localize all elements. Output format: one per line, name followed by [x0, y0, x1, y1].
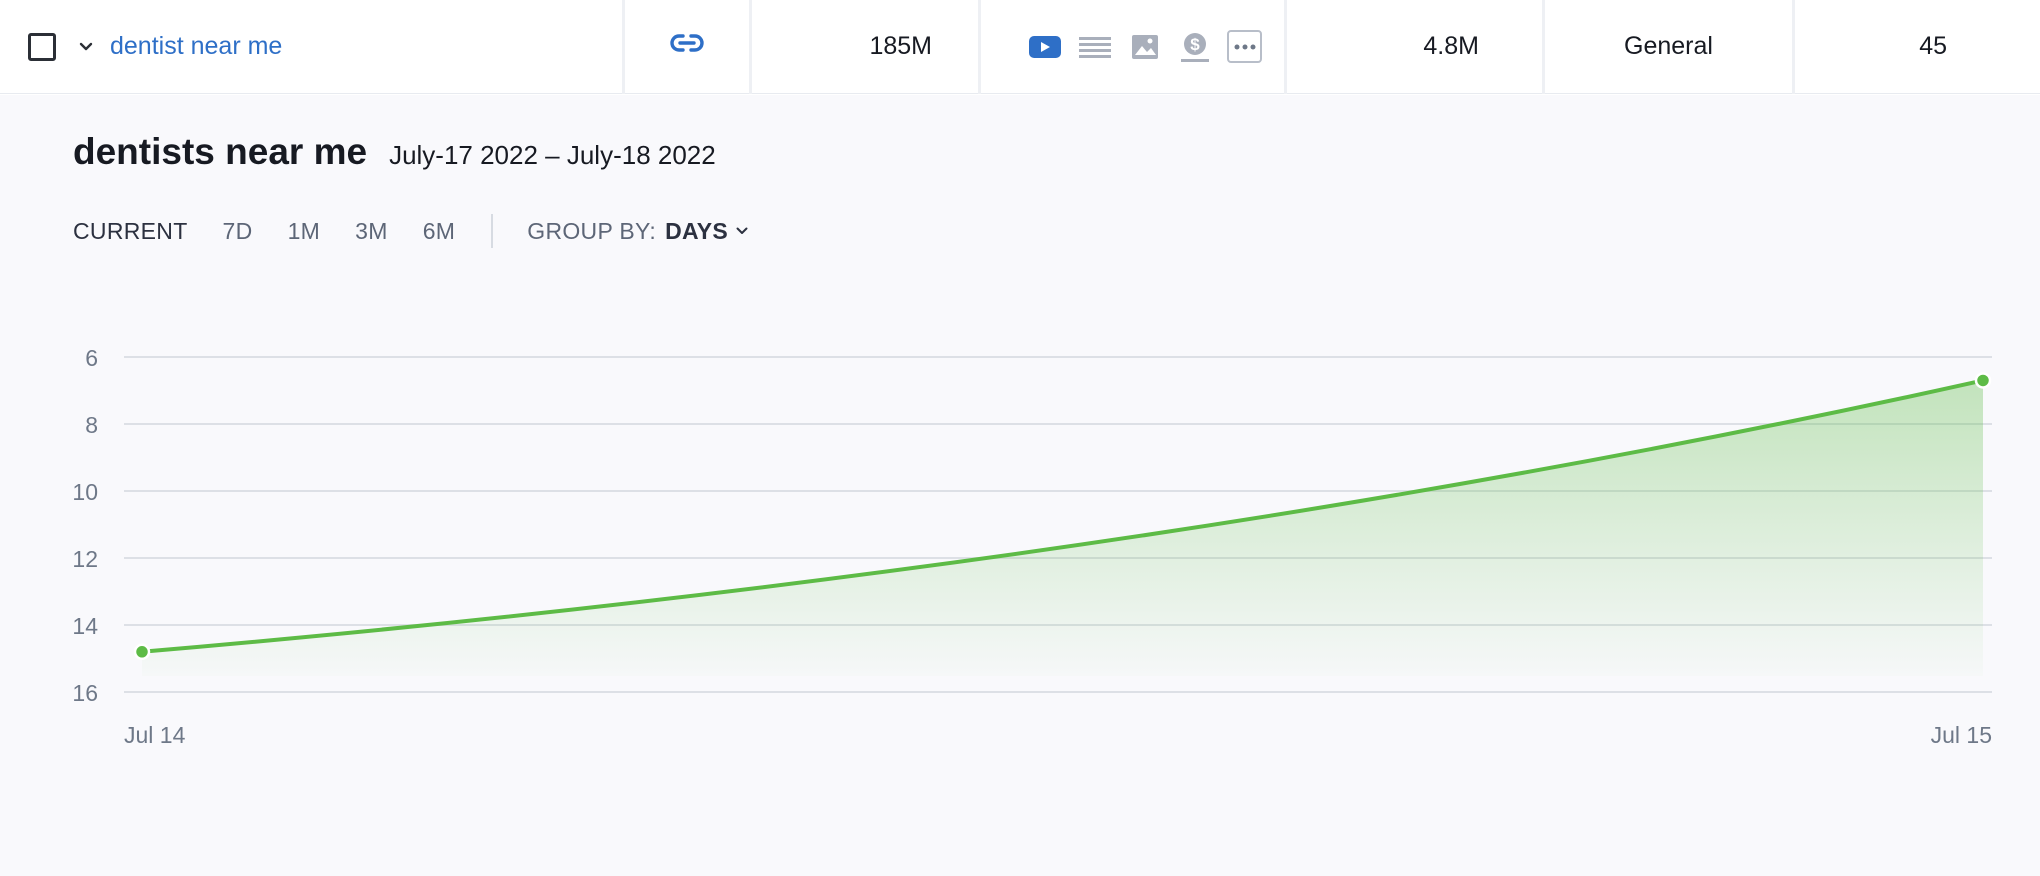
- volume-cell: 185M: [752, 0, 981, 94]
- search-volume: 185M: [869, 32, 932, 60]
- keyword-difficulty: 45: [1919, 32, 1947, 60]
- y-tick-label: 16: [72, 680, 98, 706]
- row-checkbox[interactable]: [28, 32, 56, 61]
- category-value: General: [1624, 32, 1713, 60]
- dollar-icon: $: [1177, 29, 1213, 65]
- position-chart: 6 8 10 12 14 16 Jul 14 Jul 15: [72, 345, 1992, 748]
- serp-features-cell: $: [981, 0, 1287, 94]
- y-tick-label: 8: [85, 412, 98, 438]
- y-tick-label: 12: [72, 546, 98, 572]
- keyword-link[interactable]: dentist near me: [110, 32, 282, 61]
- image-icon: [1127, 29, 1163, 65]
- more-icon[interactable]: [1227, 30, 1262, 63]
- keyword-table-row: dentist near me 185M $ 4.8M General 45: [0, 0, 2040, 94]
- kd-cell: 45: [1795, 0, 2040, 94]
- expand-chevron-icon[interactable]: [74, 35, 98, 59]
- results-count: 4.8M: [1423, 32, 1479, 60]
- list-icon: [1077, 29, 1113, 65]
- y-tick-label: 6: [85, 345, 98, 371]
- data-point[interactable]: [1974, 372, 1992, 389]
- data-point[interactable]: [133, 643, 151, 661]
- results-cell: 4.8M: [1287, 0, 1545, 94]
- y-tick-label: 10: [72, 479, 98, 505]
- intent-cell: [625, 0, 752, 94]
- keyword-cell: dentist near me: [0, 0, 625, 94]
- video-icon: [1027, 29, 1063, 65]
- svg-text:$: $: [1190, 35, 1200, 54]
- link-icon[interactable]: [669, 31, 705, 62]
- keyword-detail-panel: dentists near me July-17 2022 – July-18 …: [0, 95, 2040, 876]
- x-tick-label: Jul 14: [124, 722, 186, 748]
- category-cell: General: [1545, 0, 1795, 94]
- y-tick-label: 14: [72, 613, 98, 639]
- x-tick-label: Jul 15: [1931, 722, 1992, 748]
